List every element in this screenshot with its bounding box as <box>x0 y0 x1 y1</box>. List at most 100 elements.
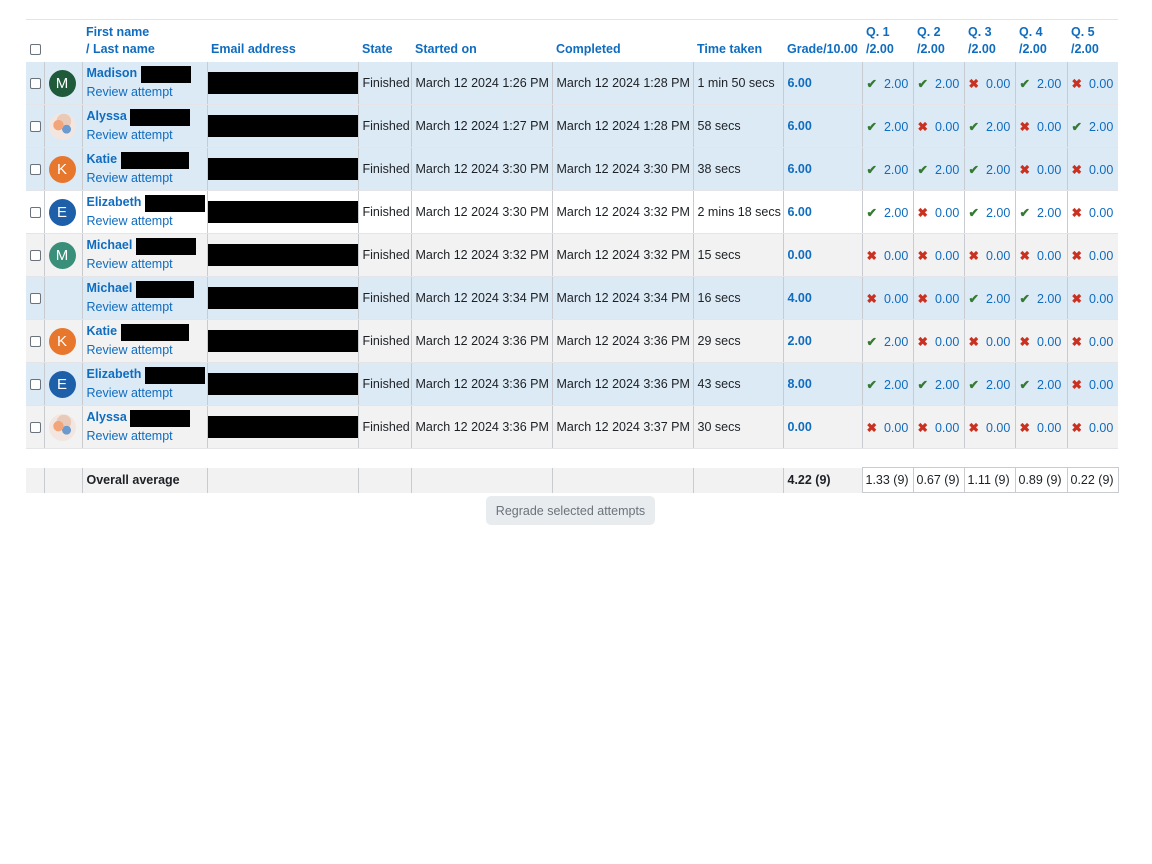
q3-cell[interactable]: ✔ 2.00 <box>963 362 1015 406</box>
user-first-name-link[interactable]: Michael <box>87 238 133 252</box>
user-avatar[interactable]: M <box>48 241 76 269</box>
question-mark-link[interactable]: 0.00 <box>1037 163 1061 177</box>
user-first-name-link[interactable]: Katie <box>87 152 118 166</box>
question-mark-link[interactable]: 0.00 <box>1089 77 1113 91</box>
q3-cell[interactable]: ✖ 0.00 <box>963 405 1015 449</box>
q4-cell[interactable]: ✖ 0.00 <box>1014 147 1067 191</box>
question-mark-link[interactable]: 0.00 <box>935 249 959 263</box>
row-checkbox[interactable] <box>30 250 41 262</box>
q4-cell[interactable]: ✔ 2.00 <box>1014 276 1067 320</box>
question-mark-link[interactable]: 0.00 <box>935 120 959 134</box>
q1-cell[interactable]: ✔ 2.00 <box>861 362 913 406</box>
grade-link[interactable]: 0.00 <box>788 420 812 434</box>
q3-cell[interactable]: ✖ 0.00 <box>963 62 1015 105</box>
question-mark-link[interactable]: 0.00 <box>1089 292 1113 306</box>
review-attempt-link[interactable]: Review attempt <box>87 384 203 402</box>
q2-cell[interactable]: ✖ 0.00 <box>912 190 964 234</box>
question-mark-link[interactable]: 0.00 <box>935 292 959 306</box>
q3-cell[interactable]: ✔ 2.00 <box>963 276 1015 320</box>
user-avatar[interactable]: M <box>48 69 76 97</box>
row-checkbox[interactable] <box>30 422 41 434</box>
question-mark-link[interactable]: 2.00 <box>935 77 959 91</box>
question-mark-link[interactable]: 2.00 <box>1037 378 1061 392</box>
review-attempt-link[interactable]: Review attempt <box>87 169 203 187</box>
q1-cell[interactable]: ✔ 2.00 <box>861 147 913 191</box>
q3-cell[interactable]: ✖ 0.00 <box>963 319 1015 363</box>
question-mark-link[interactable]: 0.00 <box>1089 421 1113 435</box>
question-mark-link[interactable]: 0.00 <box>1037 421 1061 435</box>
user-first-name-link[interactable]: Madison <box>87 66 138 80</box>
state-sort-link[interactable]: State <box>358 19 411 62</box>
question-mark-link[interactable]: 2.00 <box>986 378 1010 392</box>
q3-header[interactable]: Q. 3/2.00 <box>964 19 1015 62</box>
question-mark-link[interactable]: 2.00 <box>986 206 1010 220</box>
question-mark-link[interactable]: 0.00 <box>986 335 1010 349</box>
question-mark-link[interactable]: 0.00 <box>884 249 908 263</box>
user-avatar[interactable]: K <box>48 327 76 355</box>
q4-cell[interactable]: ✔ 2.00 <box>1014 190 1067 234</box>
question-mark-link[interactable]: 2.00 <box>1089 120 1113 134</box>
q5-cell[interactable]: ✖ 0.00 <box>1066 362 1118 406</box>
q4-cell[interactable]: ✔ 2.00 <box>1014 362 1067 406</box>
q3-cell[interactable]: ✖ 0.00 <box>963 233 1015 277</box>
question-mark-link[interactable]: 0.00 <box>935 206 959 220</box>
q4-cell[interactable]: ✖ 0.00 <box>1014 319 1067 363</box>
grade-link[interactable]: 2.00 <box>788 334 812 348</box>
question-mark-link[interactable]: 2.00 <box>1037 292 1061 306</box>
user-first-name-link[interactable]: Alyssa <box>87 410 127 424</box>
review-attempt-link[interactable]: Review attempt <box>87 341 203 359</box>
q3-cell[interactable]: ✔ 2.00 <box>963 190 1015 234</box>
q1-cell[interactable]: ✔ 2.00 <box>861 104 913 148</box>
grade-link[interactable]: 6.00 <box>788 162 812 176</box>
row-checkbox[interactable] <box>30 164 41 176</box>
question-mark-link[interactable]: 0.00 <box>1037 335 1061 349</box>
q5-cell[interactable]: ✖ 0.00 <box>1066 62 1118 105</box>
grade-link[interactable]: 6.00 <box>788 76 812 90</box>
q5-header[interactable]: Q. 5/2.00 <box>1067 19 1118 62</box>
q2-cell[interactable]: ✖ 0.00 <box>912 319 964 363</box>
question-mark-link[interactable]: 2.00 <box>935 378 959 392</box>
review-attempt-link[interactable]: Review attempt <box>87 427 203 445</box>
first-name-sort-link[interactable]: First name <box>86 24 203 41</box>
q4-header[interactable]: Q. 4/2.00 <box>1015 19 1067 62</box>
select-all-checkbox[interactable] <box>30 44 41 56</box>
q2-cell[interactable]: ✔ 2.00 <box>912 147 964 191</box>
question-mark-link[interactable]: 2.00 <box>1037 206 1061 220</box>
q5-cell[interactable]: ✖ 0.00 <box>1066 233 1118 277</box>
user-avatar[interactable] <box>48 413 76 441</box>
question-mark-link[interactable]: 0.00 <box>1037 249 1061 263</box>
q4-cell[interactable]: ✔ 2.00 <box>1014 62 1067 105</box>
user-first-name-link[interactable]: Alyssa <box>87 109 127 123</box>
review-attempt-link[interactable]: Review attempt <box>87 212 203 230</box>
review-attempt-link[interactable]: Review attempt <box>87 255 203 273</box>
question-mark-link[interactable]: 2.00 <box>986 120 1010 134</box>
grade-link[interactable]: 6.00 <box>788 205 812 219</box>
question-mark-link[interactable]: 2.00 <box>884 163 908 177</box>
q1-cell[interactable]: ✖ 0.00 <box>861 405 913 449</box>
q4-cell[interactable]: ✖ 0.00 <box>1014 405 1067 449</box>
q2-cell[interactable]: ✖ 0.00 <box>912 233 964 277</box>
user-avatar[interactable]: K <box>48 155 76 183</box>
q2-header[interactable]: Q. 2/2.00 <box>913 19 964 62</box>
question-mark-link[interactable]: 0.00 <box>986 249 1010 263</box>
row-checkbox[interactable] <box>30 207 41 219</box>
q2-cell[interactable]: ✖ 0.00 <box>912 104 964 148</box>
user-first-name-link[interactable]: Elizabeth <box>87 367 142 381</box>
time-sort-link[interactable]: Time taken <box>693 19 783 62</box>
q2-cell[interactable]: ✖ 0.00 <box>912 405 964 449</box>
started-sort-link[interactable]: Started on <box>411 19 552 62</box>
question-mark-link[interactable]: 0.00 <box>986 421 1010 435</box>
question-mark-link[interactable]: 0.00 <box>986 77 1010 91</box>
review-attempt-link[interactable]: Review attempt <box>87 126 203 144</box>
q1-cell[interactable]: ✔ 2.00 <box>861 62 913 105</box>
review-attempt-link[interactable]: Review attempt <box>87 83 203 101</box>
row-checkbox[interactable] <box>30 78 41 90</box>
question-mark-link[interactable]: 0.00 <box>935 335 959 349</box>
q1-header[interactable]: Q. 1/2.00 <box>862 19 913 62</box>
row-checkbox[interactable] <box>30 121 41 133</box>
user-avatar[interactable]: E <box>48 370 76 398</box>
last-name-sort-link[interactable]: / Last name <box>86 41 203 58</box>
question-mark-link[interactable]: 2.00 <box>884 206 908 220</box>
question-mark-link[interactable]: 0.00 <box>1089 206 1113 220</box>
q2-cell[interactable]: ✔ 2.00 <box>912 362 964 406</box>
